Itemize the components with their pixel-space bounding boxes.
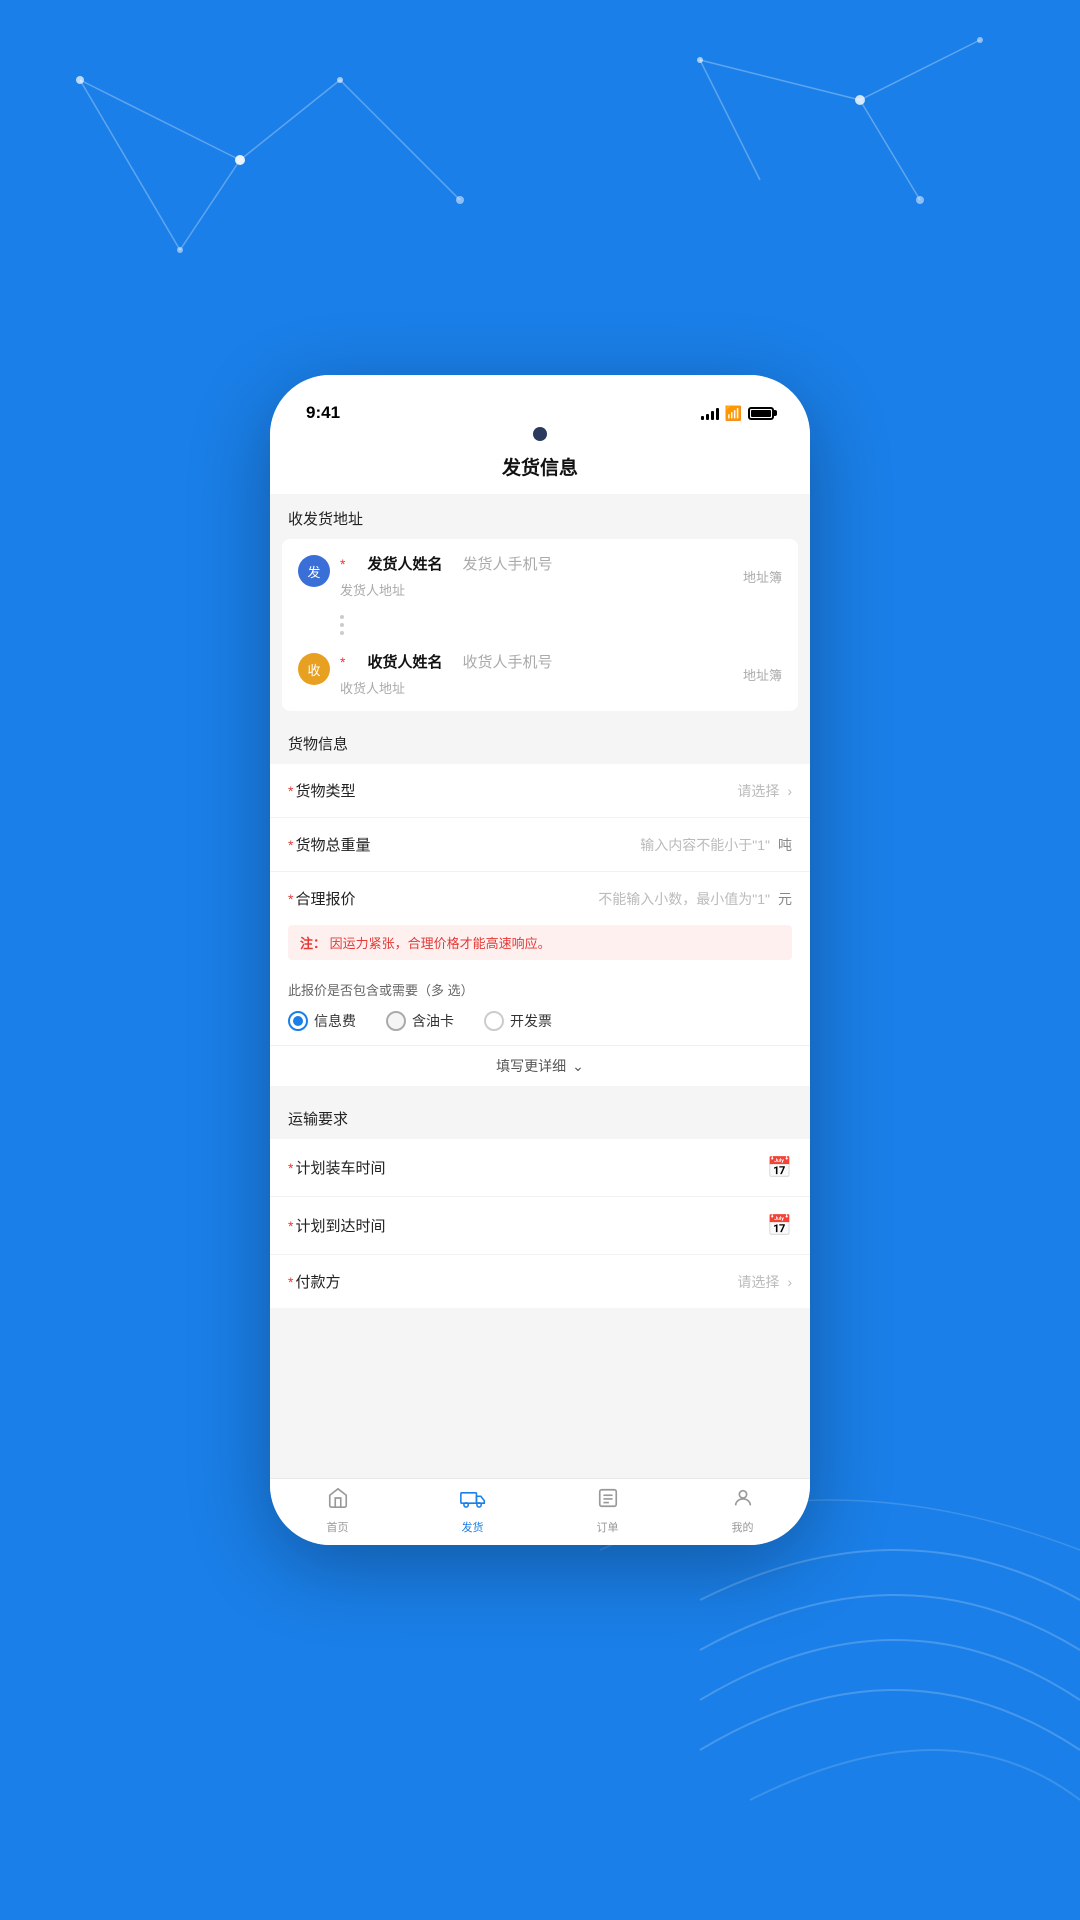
page-body: 收发货地址 发 * 发货人姓名 发货人手机号 发货人地址 地址簿 (270, 494, 810, 1478)
include-more: 选） (448, 983, 474, 998)
cargo-type-value: 请选择 (385, 781, 783, 801)
radio-info-fee-inner (293, 1016, 303, 1026)
address-section-header: 收发货地址 (270, 494, 810, 539)
payment-arrow: › (787, 1274, 792, 1290)
nav-mine-label: 我的 (732, 1519, 754, 1535)
sender-address-book[interactable]: 地址簿 (743, 567, 782, 586)
battery-icon (748, 407, 774, 420)
radio-info-fee-circle (288, 1011, 308, 1031)
receiver-main-row: * 收货人姓名 收货人手机号 (340, 651, 743, 672)
transport-card: * 计划装车时间 📅 * 计划到达时间 📅 * 付款方 请选择 › (270, 1139, 810, 1308)
status-time: 9:41 (306, 403, 340, 423)
phone-frame: 9:41 📶 发货信息 收发货地址 (270, 375, 810, 1545)
nav-home-label: 首页 (327, 1519, 349, 1535)
cargo-card: * 货物类型 请选择 › * 货物总重量 输入内容不能小于"1" 吨 * 合理报… (270, 764, 810, 1086)
arrive-time-calendar-icon: 📅 (767, 1213, 792, 1238)
radio-item-oil-card[interactable]: 含油卡 (386, 1011, 454, 1031)
cargo-weight-label: 货物总重量 (295, 834, 385, 855)
receiver-phone-label: 收货人手机号 (462, 651, 552, 672)
cargo-weight-unit: 吨 (778, 835, 792, 855)
radio-row: 信息费 含油卡 开发票 (270, 1005, 810, 1045)
truck-icon (460, 1487, 486, 1515)
notice-box: 注： 因运力紧张，合理价格才能高速响应。 (288, 925, 792, 960)
include-label-row: 此报价是否包含或需要（多 选） (270, 970, 810, 1005)
cargo-weight-required: * (288, 837, 293, 853)
cargo-price-value: 不能输入小数，最小值为"1" (385, 889, 774, 909)
sender-address-label: 发货人地址 (340, 580, 743, 599)
arrive-time-label: 计划到达时间 (295, 1215, 385, 1236)
load-time-required: * (288, 1160, 293, 1176)
cargo-weight-value: 输入内容不能小于"1" (385, 835, 774, 855)
radio-item-info-fee[interactable]: 信息费 (288, 1011, 356, 1031)
expand-arrow-icon: ⌄ (572, 1058, 584, 1075)
camera-dot (533, 427, 547, 441)
transport-section-header: 运输要求 (270, 1094, 810, 1139)
cargo-type-label: 货物类型 (295, 780, 385, 801)
payment-value: 请选择 (385, 1272, 783, 1292)
receiver-address-label: 收货人地址 (340, 678, 743, 697)
radio-oil-card-circle (386, 1011, 406, 1031)
cargo-type-arrow: › (787, 783, 792, 799)
sender-main-row: * 发货人姓名 发货人手机号 (340, 553, 743, 574)
cargo-price-required: * (288, 891, 293, 907)
payment-required: * (288, 1274, 293, 1290)
receiver-required: * (340, 654, 345, 670)
list-icon (597, 1487, 619, 1515)
sender-fields: * 发货人姓名 发货人手机号 发货人地址 (340, 553, 743, 599)
arrive-time-row[interactable]: * 计划到达时间 📅 (270, 1197, 810, 1255)
sender-row[interactable]: 发 * 发货人姓名 发货人手机号 发货人地址 地址簿 (282, 539, 798, 613)
load-time-calendar-icon: 📅 (767, 1155, 792, 1180)
expand-row[interactable]: 填写更详细 ⌄ (270, 1045, 810, 1086)
arrive-time-required: * (288, 1218, 293, 1234)
nav-item-ship[interactable]: 发货 (405, 1479, 540, 1545)
nav-item-mine[interactable]: 我的 (675, 1479, 810, 1545)
cargo-price-unit: 元 (778, 889, 792, 909)
cargo-weight-row[interactable]: * 货物总重量 输入内容不能小于"1" 吨 (270, 818, 810, 872)
load-time-label: 计划装车时间 (295, 1157, 385, 1178)
home-icon (327, 1487, 349, 1515)
notice-label: 注： (300, 936, 326, 951)
nav-item-orders[interactable]: 订单 (540, 1479, 675, 1545)
nav-item-home[interactable]: 首页 (270, 1479, 405, 1545)
payment-label: 付款方 (295, 1271, 385, 1292)
cargo-price-label: 合理报价 (295, 888, 385, 909)
radio-invoice-circle (484, 1011, 504, 1031)
nav-orders-label: 订单 (597, 1519, 619, 1535)
cargo-type-required: * (288, 783, 293, 799)
phone-notch: 9:41 📶 (270, 375, 810, 441)
radio-item-invoice[interactable]: 开发票 (484, 1011, 552, 1031)
status-icons: 📶 (701, 405, 774, 422)
radio-info-fee-label: 信息费 (314, 1011, 356, 1031)
include-label: 此报价是否包含或需要（多 (288, 983, 444, 998)
cargo-price-row[interactable]: * 合理报价 不能输入小数，最小值为"1" 元 (270, 872, 810, 925)
wifi-icon: 📶 (725, 405, 742, 422)
signal-icon (701, 406, 719, 420)
receiver-fields: * 收货人姓名 收货人手机号 收货人地址 (340, 651, 743, 697)
user-icon (732, 1487, 754, 1515)
payment-row[interactable]: * 付款方 请选择 › (270, 1255, 810, 1308)
address-card: 发 * 发货人姓名 发货人手机号 发货人地址 地址簿 (282, 539, 798, 711)
sender-phone-label: 发货人手机号 (462, 553, 552, 574)
cargo-section-header: 货物信息 (270, 719, 810, 764)
cargo-type-row[interactable]: * 货物类型 请选择 › (270, 764, 810, 818)
bottom-nav: 首页 发货 订单 (270, 1478, 810, 1545)
load-time-row[interactable]: * 计划装车时间 📅 (270, 1139, 810, 1197)
receiver-avatar: 收 (298, 653, 330, 685)
sender-name-label: 发货人姓名 (367, 553, 442, 574)
expand-label: 填写更详细 (496, 1056, 566, 1076)
receiver-address-book[interactable]: 地址簿 (743, 665, 782, 684)
receiver-name-label: 收货人姓名 (367, 651, 442, 672)
radio-oil-card-label: 含油卡 (412, 1011, 454, 1031)
notice-text: 因运力紧张，合理价格才能高速响应。 (330, 936, 551, 951)
page-title: 发货信息 (270, 441, 810, 494)
nav-ship-label: 发货 (462, 1519, 484, 1535)
sender-avatar: 发 (298, 555, 330, 587)
receiver-row[interactable]: 收 * 收货人姓名 收货人手机号 收货人地址 地址簿 (282, 637, 798, 711)
radio-invoice-label: 开发票 (510, 1011, 552, 1031)
sender-required: * (340, 556, 345, 572)
